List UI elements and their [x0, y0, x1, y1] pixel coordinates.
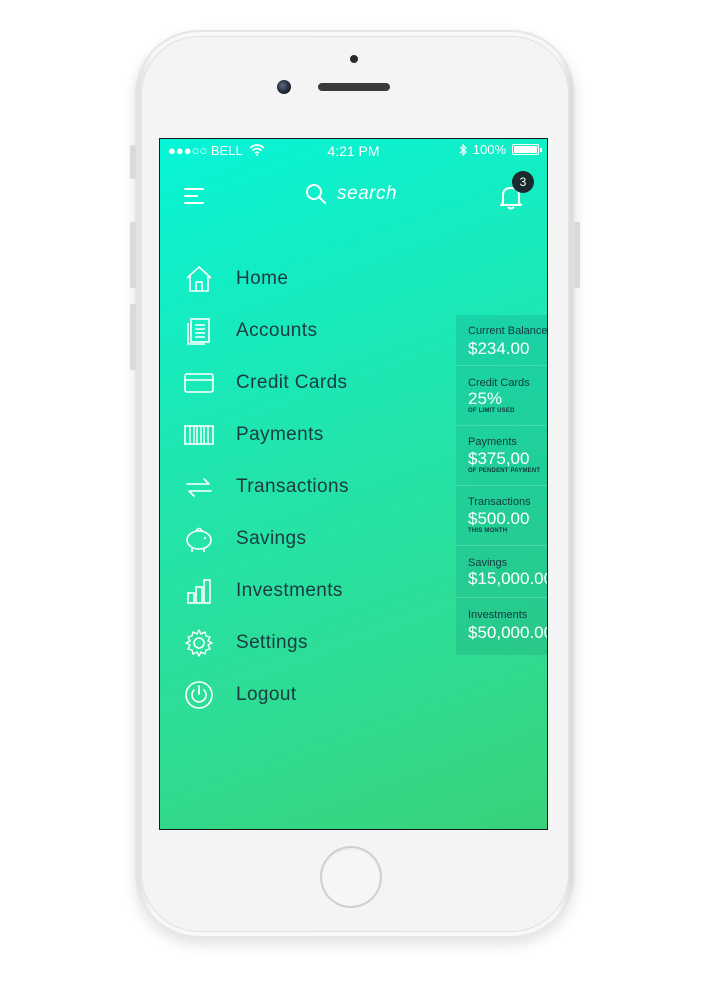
summary-card-credit[interactable]: Credit Cards 25% OF LIMIT USED	[456, 365, 547, 426]
card-subtitle: OF PENDENT PAYMENT	[468, 468, 541, 474]
menu-label: Credit Cards	[236, 372, 348, 393]
transfer-arrows-icon	[180, 470, 218, 504]
menu-label: Savings	[236, 528, 307, 549]
status-right: 100%	[459, 142, 542, 157]
menu-item-investments[interactable]: Investments	[180, 571, 343, 611]
card-value: $15,000.00	[468, 569, 548, 588]
card-title: Savings	[468, 557, 508, 569]
summary-panel[interactable]: Current Balance $234.00 Credit Cards 25%…	[456, 315, 548, 655]
volume-up-button	[130, 222, 136, 288]
piggy-bank-icon	[180, 522, 218, 556]
volume-down-button	[130, 304, 136, 370]
card-title: Current Balance	[468, 325, 548, 337]
menu-item-transactions[interactable]: Transactions	[180, 467, 349, 507]
menu-label: Home	[236, 268, 289, 289]
menu-item-savings[interactable]: Savings	[180, 519, 306, 559]
card-subtitle: OF LIMIT USED	[468, 408, 515, 414]
card-value: $375,00	[468, 449, 530, 468]
power-side-button	[574, 222, 580, 288]
menu-label: Transactions	[236, 476, 349, 497]
menu-item-credit-cards[interactable]: Credit Cards	[180, 363, 347, 403]
app-screen: ●●●○○ BELL 4:21 PM 100% search 3 Home Ac…	[159, 138, 548, 830]
summary-card-investments[interactable]: Investments $50,000.00	[456, 597, 548, 655]
card-title: Investments	[468, 609, 528, 621]
earpiece-speaker	[318, 83, 390, 91]
home-button[interactable]	[320, 846, 382, 908]
card-subtitle: THIS MONTH	[468, 528, 508, 534]
card-title: Credit Cards	[468, 377, 530, 389]
menu-label: Settings	[236, 632, 308, 653]
menu-label: Payments	[236, 424, 324, 445]
menu-label: Logout	[236, 684, 297, 705]
hamburger-menu-icon[interactable]	[184, 188, 204, 204]
summary-card-payments[interactable]: Payments $375,00 OF PENDENT PAYMENT	[456, 425, 547, 486]
card-value: 25%	[468, 389, 503, 408]
front-camera	[277, 80, 291, 94]
menu-item-payments[interactable]: Payments	[180, 415, 324, 455]
power-icon	[180, 678, 218, 712]
barcode-icon	[180, 418, 218, 452]
battery-icon	[512, 144, 542, 155]
mute-switch	[130, 145, 136, 179]
menu-item-settings[interactable]: Settings	[180, 623, 308, 663]
card-value: $500.00	[468, 509, 530, 528]
summary-card-transactions[interactable]: Transactions $500.00 THIS MONTH	[456, 485, 547, 546]
home-icon	[180, 262, 218, 296]
card-title: Transactions	[468, 496, 531, 508]
credit-card-icon	[180, 366, 218, 400]
gear-icon	[180, 626, 218, 660]
battery-level	[514, 146, 537, 153]
document-icon	[180, 314, 218, 348]
menu-item-home[interactable]: Home	[180, 259, 288, 299]
card-value: $234.00	[468, 339, 530, 358]
bluetooth-icon	[459, 143, 467, 156]
battery-percent: 100%	[472, 142, 506, 157]
menu-item-logout[interactable]: Logout	[180, 675, 297, 715]
search-bar[interactable]: search	[305, 183, 397, 205]
notification-badge: 3	[512, 171, 534, 193]
summary-card-balance[interactable]: Current Balance $234.00	[456, 315, 548, 366]
bar-chart-icon	[180, 574, 218, 608]
proximity-sensor	[350, 55, 358, 63]
search-icon	[306, 184, 326, 204]
search-input[interactable]: search	[337, 183, 397, 205]
status-bar: ●●●○○ BELL 4:21 PM 100%	[160, 139, 547, 161]
card-title: Payments	[468, 436, 517, 448]
menu-label: Accounts	[236, 320, 318, 341]
card-value: $50,000.00	[468, 623, 548, 642]
menu-label: Investments	[236, 580, 343, 601]
top-bar: search 3	[160, 171, 547, 219]
summary-card-savings[interactable]: Savings $15,000.00	[456, 545, 548, 598]
menu-item-accounts[interactable]: Accounts	[180, 311, 317, 351]
